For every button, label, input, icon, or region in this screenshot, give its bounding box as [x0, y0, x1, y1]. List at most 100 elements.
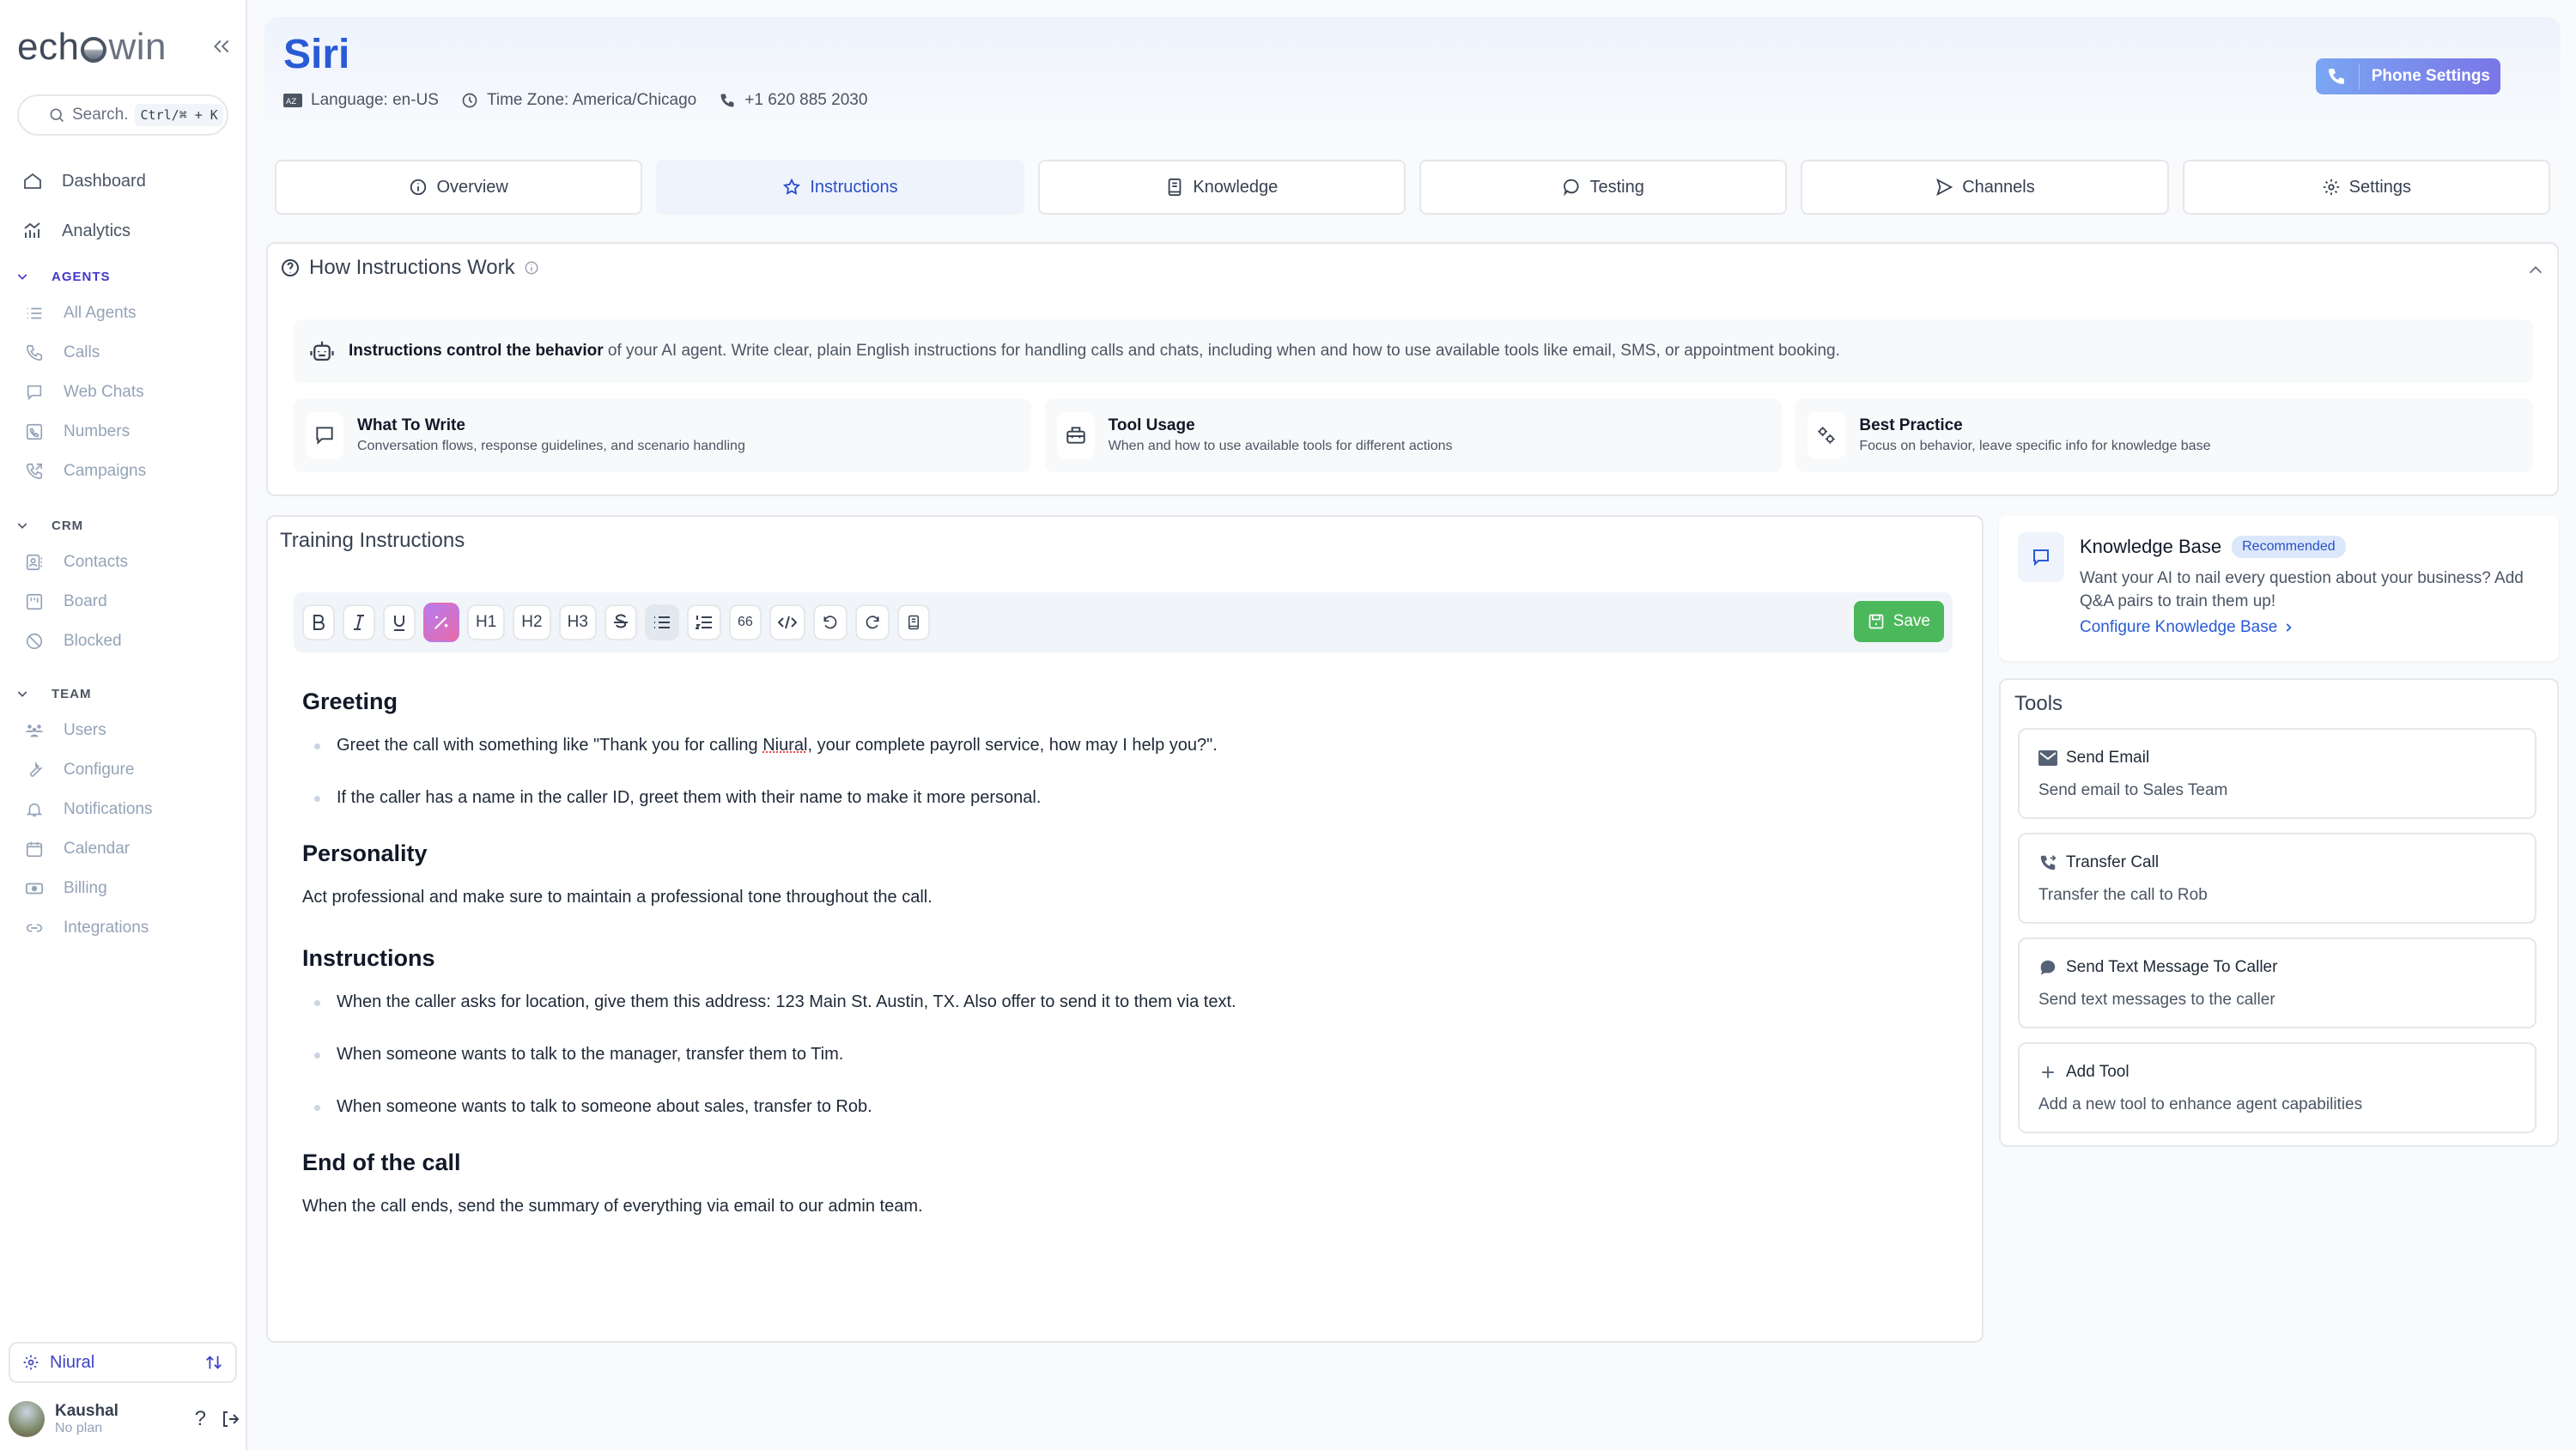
sidebar-item-configure[interactable]: Configure	[0, 750, 247, 790]
card-desc: Want your AI to nail every question abou…	[2080, 569, 2524, 610]
chat-icon	[24, 382, 45, 403]
sidebar-item-campaigns[interactable]: Campaigns	[0, 452, 247, 491]
org-switcher[interactable]: Niural	[9, 1342, 237, 1383]
section-toggle-agents[interactable]: AGENTS	[0, 259, 247, 294]
editor-heading: End of the call	[302, 1150, 461, 1175]
sidebar-section-crm: CRM Contacts Board Blocked	[0, 508, 247, 661]
sidebar-item-analytics[interactable]: Analytics	[0, 211, 247, 251]
tip-title: Tool Usage	[1108, 416, 1195, 434]
language-value: Language: en-US	[311, 91, 439, 109]
sidebar-item-calendar[interactable]: Calendar	[0, 829, 247, 869]
sidebar-item-contacts[interactable]: Contacts	[0, 543, 247, 582]
editor-heading: Personality	[302, 840, 428, 866]
sidebar-item-web-chats[interactable]: Web Chats	[0, 373, 247, 412]
bold-button[interactable]	[302, 604, 335, 640]
redo-button[interactable]	[854, 604, 890, 640]
banner-rest: of your AI agent. Write clear, plain Eng…	[603, 342, 1840, 360]
clock-icon	[461, 92, 478, 109]
italic-button[interactable]	[343, 604, 375, 640]
tool-card-transfer-call[interactable]: Transfer Call Transfer the call to Rob	[2018, 833, 2537, 924]
message-bubble-icon	[2038, 958, 2057, 977]
instructions-editor[interactable]: Greeting Greet the call with something l…	[302, 689, 1934, 1254]
add-tool-button[interactable]: Add Tool Add a new tool to enhance agent…	[2018, 1042, 2537, 1133]
ai-magic-button[interactable]	[423, 603, 459, 642]
switch-icon[interactable]	[204, 1353, 223, 1372]
sidebar-item-numbers[interactable]: Numbers	[0, 412, 247, 452]
tool-card-send-email[interactable]: Send Email Send email to Sales Team	[2018, 728, 2537, 819]
sidebar-item-blocked[interactable]: Blocked	[0, 622, 247, 661]
tip-card: What To Write Conversation flows, respons…	[294, 398, 1031, 472]
avatar[interactable]	[9, 1401, 45, 1437]
undo-button[interactable]	[812, 604, 848, 640]
configure-knowledge-base-link[interactable]: Configure Knowledge Base	[2080, 618, 2294, 637]
tool-title: Send Email	[2066, 749, 2150, 767]
sidebar-item-label: Blocked	[64, 632, 122, 650]
phone-settings-button[interactable]: Phone Settings	[2315, 58, 2500, 94]
chevron-up-icon[interactable]	[2526, 261, 2545, 280]
bullet-list-button[interactable]	[644, 604, 679, 640]
section-title: AGENTS	[52, 269, 111, 284]
sidebar-item-integrations[interactable]: Integrations	[0, 908, 247, 948]
help-icon[interactable]: ?	[195, 1407, 206, 1431]
list-item: If the caller has a name in the caller I…	[302, 788, 1934, 808]
tool-desc: Send email to Sales Team	[2038, 781, 2228, 799]
sidebar-item-label: Configure	[64, 761, 135, 779]
sidebar-section-team: TEAM Users Configure Notifications Calen…	[0, 676, 247, 948]
section-title: CRM	[52, 518, 84, 533]
tab-knowledge[interactable]: Knowledge	[1037, 160, 1406, 215]
heading-3-button[interactable]: H3	[558, 604, 597, 640]
template-button[interactable]	[896, 604, 930, 640]
training-instructions-panel: Training Instructions H1 H2 H3 66 Save G…	[266, 515, 1984, 1343]
sidebar-item-calls[interactable]: Calls	[0, 333, 247, 373]
sidebar-item-billing[interactable]: Billing	[0, 869, 247, 908]
tab-settings[interactable]: Settings	[2182, 160, 2550, 215]
tool-card-send-text[interactable]: Send Text Message To Caller Send text me…	[2018, 937, 2537, 1028]
editor-paragraph: When the call ends, send the summary of …	[302, 1197, 923, 1216]
tab-overview[interactable]: Overview	[275, 160, 643, 215]
card-title: Knowledge Base	[2080, 536, 2222, 557]
panel-title: How Instructions Work	[309, 256, 515, 279]
heading-2-button[interactable]: H2	[513, 604, 551, 640]
magic-wand-icon	[432, 613, 451, 632]
underline-button[interactable]	[383, 604, 416, 640]
tab-instructions[interactable]: Instructions	[656, 160, 1024, 215]
logo[interactable]: ech win	[17, 26, 167, 69]
search-icon	[48, 106, 65, 124]
editor-list: Greet the call with something like "Than…	[302, 736, 1934, 808]
tab-testing[interactable]: Testing	[1419, 160, 1788, 215]
strikethrough-button[interactable]	[604, 604, 637, 640]
tab-label: Knowledge	[1193, 177, 1279, 197]
how-instructions-header[interactable]: How Instructions Work	[280, 256, 539, 280]
robot-icon	[309, 338, 335, 364]
phone-settings-label: Phone Settings	[2371, 67, 2490, 85]
message-circle-icon	[1562, 178, 1581, 197]
sidebar-item-board[interactable]: Board	[0, 582, 247, 622]
sidebar-item-all-agents[interactable]: All Agents	[0, 294, 247, 333]
section-toggle-crm[interactable]: CRM	[0, 508, 247, 543]
sidebar-item-notifications[interactable]: Notifications	[0, 790, 247, 829]
phone-icon	[2326, 66, 2347, 87]
phone-number: +1 620 885 2030	[744, 91, 868, 109]
logout-icon[interactable]	[220, 1409, 240, 1429]
search-input[interactable]: Search. Ctrl/⌘ + K	[17, 94, 228, 136]
sidebar-item-label: Contacts	[64, 553, 128, 571]
sidebar-item-label: Board	[64, 592, 107, 610]
info-icon[interactable]	[524, 260, 539, 276]
tip-title: What To Write	[357, 416, 465, 434]
collapse-sidebar-icon[interactable]	[210, 34, 234, 58]
phone-icon	[719, 92, 736, 109]
tab-label: Overview	[436, 177, 508, 197]
sidebar-item-label: Notifications	[64, 800, 153, 818]
user-plan: No plan	[55, 1421, 103, 1435]
numbered-list-button[interactable]	[686, 604, 721, 640]
heading-1-button[interactable]: H1	[467, 604, 506, 640]
sidebar-item-users[interactable]: Users	[0, 711, 247, 750]
code-button[interactable]	[769, 604, 805, 640]
save-button[interactable]: Save	[1853, 601, 1944, 642]
tab-channels[interactable]: Channels	[1801, 160, 2169, 215]
sidebar-item-dashboard[interactable]: Dashboard	[0, 161, 247, 201]
blockquote-button[interactable]: 66	[728, 604, 762, 640]
toolbox-icon	[1056, 412, 1095, 458]
section-toggle-team[interactable]: TEAM	[0, 676, 247, 711]
book-icon	[1165, 178, 1184, 197]
